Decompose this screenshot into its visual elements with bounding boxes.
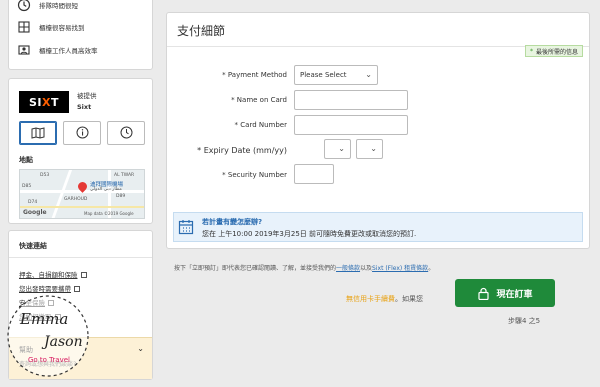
quick-links-title: 快速連結 — [19, 242, 47, 250]
required-info-badge: * 最後所需的信息 — [524, 45, 583, 57]
map-label: D89 — [116, 194, 126, 199]
quick-links-card: 快速連結 押金、自損額和保險 您出發時需要攜帶 安全保險 您如何繳取 幫助 查詢… — [8, 230, 153, 380]
help-subtitle: 查詢或想與我們談談? — [19, 361, 77, 368]
clock-icon — [17, 0, 31, 12]
location-map[interactable]: D53 AL TWAR D85 迪拜國際機場 مطار دبي الدولي G… — [19, 169, 145, 219]
feature-item: 櫃檯工作人員高效率 — [17, 40, 98, 60]
no-card-fee-highlight: 無信用卡手續費 — [346, 295, 395, 303]
payment-method-label: * Payment Method — [222, 71, 287, 79]
chevron-down-icon: ⌄ — [137, 344, 144, 353]
external-link-icon — [54, 314, 61, 320]
map-copyright: Map data ©2019 Google — [84, 211, 134, 216]
expiry-year-select[interactable]: ⌄ — [356, 139, 383, 159]
lock-icon — [477, 287, 490, 300]
calendar-icon — [178, 219, 194, 235]
expiry-date-label: * Expiry Date (mm/yy) — [197, 146, 287, 155]
feature-item: 櫃檯很容易找到 — [17, 17, 85, 37]
star-icon: * — [529, 47, 533, 55]
divider — [9, 257, 152, 258]
feature-label: 櫃檯很容易找到 — [39, 24, 85, 32]
change-plans-info: 若計畫有變怎麼辦? 您在 上午10:00 2019年3月25日 前可隨時免費更改… — [173, 212, 583, 242]
map-label: D53 — [40, 173, 50, 178]
quick-link[interactable]: 您如何繳取 — [19, 311, 61, 321]
rental-terms-link[interactable]: Sixt (Flex) 租賃條款 — [372, 265, 428, 272]
map-icon — [31, 124, 45, 143]
map-label: AL TWAR — [114, 173, 135, 178]
card-number-label: * Card Number — [234, 121, 287, 129]
chevron-down-icon: ⌄ — [365, 70, 372, 79]
help-box[interactable]: 幫助 查詢或想與我們談談? ⌄ — [9, 337, 152, 379]
book-now-button[interactable]: 現在訂車 — [455, 279, 555, 307]
external-link-icon — [80, 272, 87, 278]
supplier-name: Sixt — [77, 103, 92, 111]
chevron-down-icon: ⌄ — [338, 144, 345, 153]
features-card: 排隊時間很短 櫃檯很容易找到 櫃檯工作人員高效率 — [8, 0, 153, 70]
feature-label: 櫃檯工作人員高效率 — [39, 47, 98, 55]
name-on-card-label: * Name on Card — [231, 96, 287, 104]
map-label: D85 — [22, 184, 32, 189]
card-number-input[interactable] — [294, 115, 408, 135]
feature-label: 排隊時間很短 — [39, 2, 78, 10]
supplier-card: SI X T 被提供 Sixt 地點 D53 AL TWAR D85 迪拜國際機場 … — [8, 78, 153, 224]
security-number-input[interactable] — [294, 164, 334, 184]
name-on-card-input[interactable] — [294, 90, 408, 110]
map-label: D74 — [28, 200, 38, 205]
terms-text: 按下「立即預訂」即代表您已確認閱讀、了解，並接受我們的一般條款以及Sixt (F… — [174, 265, 435, 272]
info-text: 您在 上午10:00 2019年3月25日 前可隨時免費更改或取消您的預訂. — [202, 230, 417, 238]
payment-method-select[interactable]: Please Select ⌄ — [294, 65, 378, 85]
map-tab[interactable] — [19, 121, 57, 145]
external-link-icon — [74, 286, 80, 292]
info-title: 若計畫有變怎麼辦? — [202, 218, 263, 226]
step-indicator: 步驟4 之5 — [508, 317, 541, 325]
supplier-info: 被提供 Sixt — [77, 91, 97, 113]
clock-icon — [120, 124, 133, 143]
page-title: 支付細節 — [177, 24, 226, 38]
security-number-label: * Security Number — [222, 171, 287, 179]
payment-card: 支付細節 * 最後所需的信息 * Payment Method Please Se… — [166, 12, 590, 249]
no-card-fee-note: 無信用卡手續費。如果您 — [346, 295, 423, 303]
chevron-down-icon: ⌄ — [370, 144, 377, 153]
quick-link[interactable]: 押金、自損額和保險 — [19, 269, 87, 279]
external-link-icon — [48, 300, 54, 306]
map-label: GARHOUD — [64, 197, 88, 202]
info-icon — [76, 124, 89, 143]
supplied-by-label: 被提供 — [77, 92, 97, 100]
expiry-month-select[interactable]: ⌄ — [324, 139, 351, 159]
staff-icon — [17, 43, 31, 57]
map-label: مطار دبي الدولي — [90, 187, 122, 192]
counter-icon — [17, 20, 31, 34]
help-title: 幫助 — [19, 346, 33, 354]
google-logo: Google — [23, 209, 47, 216]
general-terms-link[interactable]: 一般條款 — [336, 265, 360, 272]
quick-link[interactable]: 安全保險 — [19, 297, 54, 307]
info-tab[interactable] — [63, 121, 101, 145]
feature-item: 排隊時間很短 — [17, 0, 78, 15]
location-label: 地點 — [19, 156, 33, 164]
quick-link[interactable]: 您出發時需要攜帶 — [19, 283, 80, 293]
hours-tab[interactable] — [107, 121, 145, 145]
sixt-logo: SI X T — [19, 91, 69, 113]
